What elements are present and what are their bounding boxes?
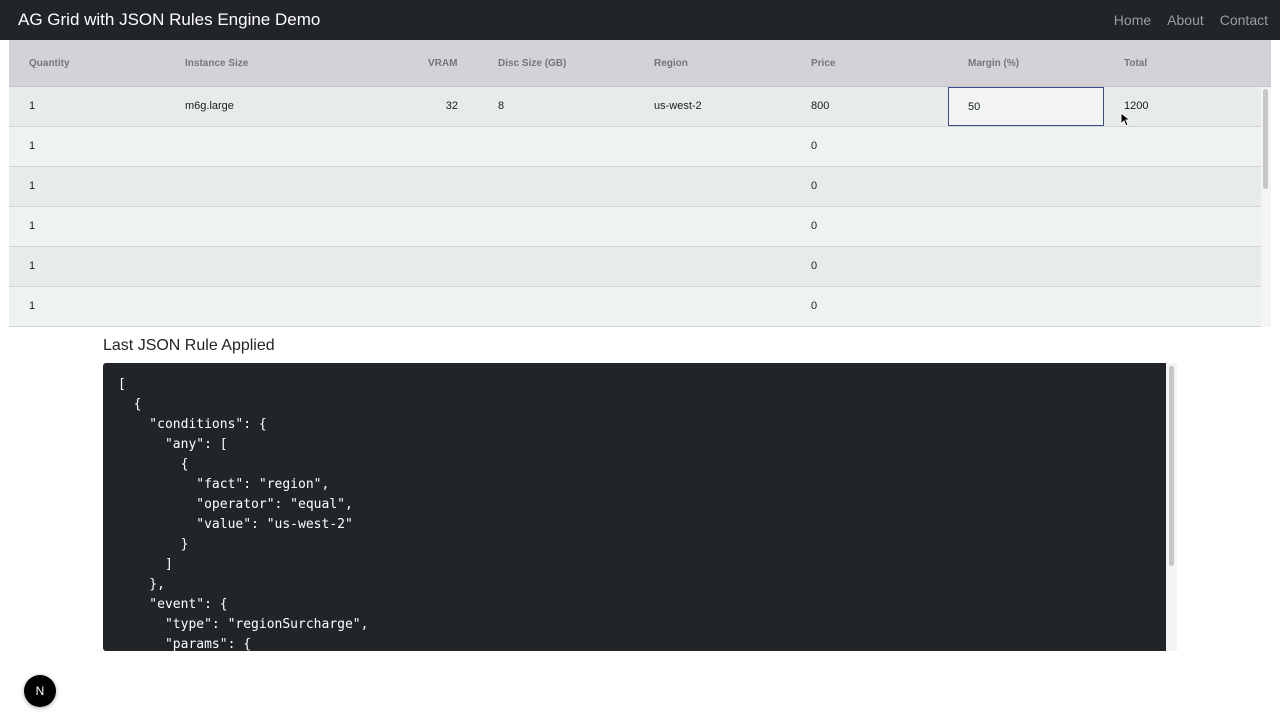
code-line: "operator": "equal",: [118, 497, 353, 512]
cell-price[interactable]: 800: [811, 87, 829, 126]
navbar: AG Grid with JSON Rules Engine Demo Home…: [0, 0, 1280, 40]
grid-body: 1 m6g.large 32 8 us-west-2 800 50 1200 1…: [9, 87, 1261, 327]
header-vram[interactable]: VRAM: [428, 40, 457, 87]
table-row[interactable]: 1 0: [9, 207, 1261, 247]
cell-quantity[interactable]: 1: [29, 207, 35, 246]
code-line: },: [118, 577, 165, 592]
cell-price[interactable]: 0: [811, 127, 817, 166]
code-scrollbar[interactable]: [1166, 363, 1177, 651]
grid-header: Quantity Instance Size VRAM Disc Size (G…: [9, 40, 1271, 87]
cell-vram[interactable]: [428, 207, 458, 246]
cell-price[interactable]: 0: [811, 167, 817, 206]
table-row[interactable]: 1 0: [9, 127, 1261, 167]
table-row[interactable]: 1 0: [9, 287, 1261, 327]
cell-instance-size[interactable]: m6g.large: [185, 87, 234, 126]
json-code-block: [ { "conditions": { "any": [ { "fact": "…: [103, 363, 1166, 651]
cell-region[interactable]: us-west-2: [654, 87, 702, 126]
nextjs-dev-badge[interactable]: N: [24, 675, 56, 707]
grid-scrollbar-thumb[interactable]: [1263, 89, 1268, 189]
code-line: "fact": "region",: [118, 477, 330, 492]
nav-links: Home About Contact: [1114, 12, 1268, 28]
code-line: "value": "us-west-2": [118, 517, 353, 532]
cell-quantity[interactable]: 1: [29, 87, 35, 126]
cell-quantity[interactable]: 1: [29, 247, 35, 286]
cell-margin-focused[interactable]: 50: [948, 87, 1104, 126]
nav-link-about[interactable]: About: [1167, 12, 1204, 28]
cell-vram[interactable]: [428, 167, 458, 206]
cell-vram[interactable]: 32: [428, 87, 458, 126]
code-line: {: [118, 457, 189, 472]
data-grid: Quantity Instance Size VRAM Disc Size (G…: [9, 40, 1271, 327]
code-line: "event": {: [118, 597, 228, 612]
table-row[interactable]: 1 0: [9, 167, 1261, 207]
code-line: "params": {: [118, 637, 252, 651]
grid-scrollbar[interactable]: [1261, 87, 1271, 327]
code-line: ]: [118, 557, 173, 572]
header-region[interactable]: Region: [654, 40, 688, 87]
code-line: "type": "regionSurcharge",: [118, 617, 369, 632]
code-line: "conditions": {: [118, 417, 267, 432]
code-line: }: [118, 537, 189, 552]
code-line: {: [118, 397, 142, 412]
header-quantity[interactable]: Quantity: [29, 40, 70, 87]
nav-link-home[interactable]: Home: [1114, 12, 1151, 28]
navbar-brand[interactable]: AG Grid with JSON Rules Engine Demo: [18, 10, 320, 30]
cell-vram[interactable]: [428, 127, 458, 166]
cell-disc-size[interactable]: 8: [498, 87, 504, 126]
cell-quantity[interactable]: 1: [29, 167, 35, 206]
cell-price[interactable]: 0: [811, 247, 817, 286]
rule-panel-title: Last JSON Rule Applied: [103, 337, 275, 354]
code-line: "any": [: [118, 437, 228, 452]
cell-price[interactable]: 0: [811, 207, 817, 246]
code-scrollbar-thumb[interactable]: [1169, 366, 1174, 566]
mouse-cursor-icon: [1120, 112, 1132, 127]
nav-link-contact[interactable]: Contact: [1220, 12, 1268, 28]
header-disc-size[interactable]: Disc Size (GB): [498, 40, 566, 87]
header-price[interactable]: Price: [811, 40, 835, 87]
header-total[interactable]: Total: [1124, 40, 1147, 87]
cell-quantity[interactable]: 1: [29, 127, 35, 166]
cell-price[interactable]: 0: [811, 287, 817, 326]
page: AG Grid with JSON Rules Engine Demo Home…: [0, 0, 1280, 720]
header-margin[interactable]: Margin (%): [968, 40, 1019, 87]
cell-vram[interactable]: [428, 287, 458, 326]
cell-vram[interactable]: [428, 247, 458, 286]
table-row[interactable]: 1 0: [9, 247, 1261, 287]
code-line: [: [118, 377, 126, 392]
cell-quantity[interactable]: 1: [29, 287, 35, 326]
table-row[interactable]: 1 m6g.large 32 8 us-west-2 800 50 1200: [9, 87, 1261, 127]
header-instance-size[interactable]: Instance Size: [185, 40, 248, 87]
